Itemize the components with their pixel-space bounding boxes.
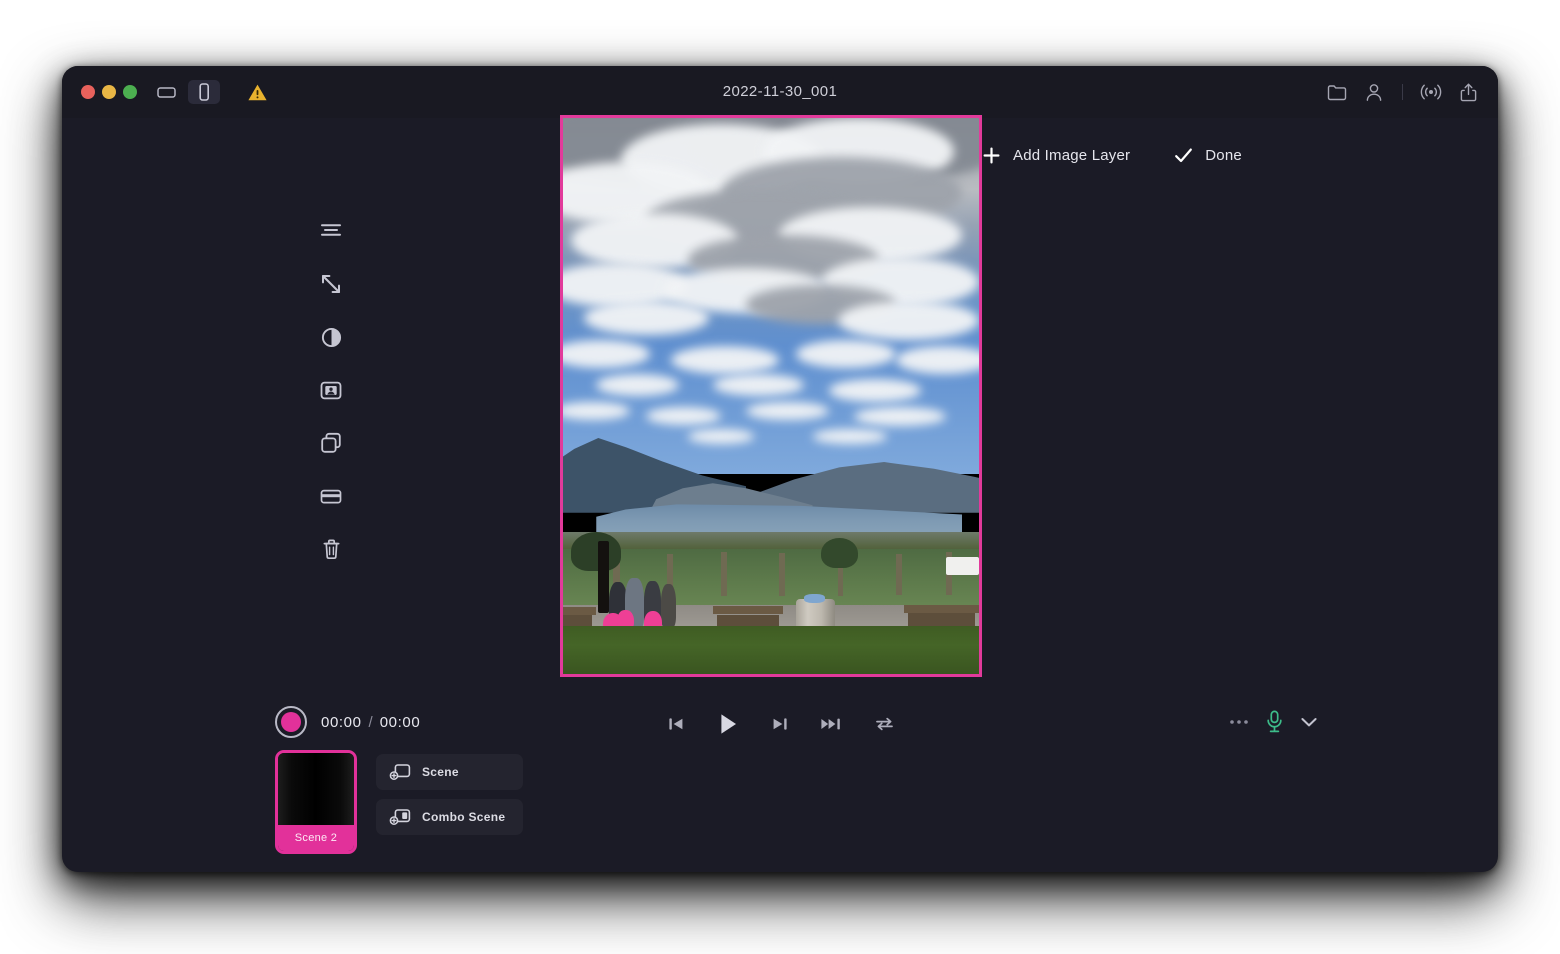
tree-cluster <box>571 532 622 572</box>
plus-icon <box>982 146 1001 165</box>
audio-controls <box>1229 710 1318 733</box>
toolbar-divider <box>1402 84 1403 100</box>
chevron-down-icon[interactable] <box>1300 716 1318 728</box>
app-window: 2022-11-30_001 Add Image Layer Done 00:0… <box>62 66 1498 872</box>
text-align-icon[interactable] <box>317 218 345 244</box>
current-time: 00:00 <box>321 713 362 731</box>
cloud-shape <box>812 429 888 444</box>
add-combo-scene-button[interactable]: Combo Scene <box>376 799 524 835</box>
person <box>660 583 676 629</box>
scene-thumbnail-label: Scene 2 <box>278 825 354 851</box>
image-preview-canvas[interactable] <box>560 115 982 677</box>
folder-icon[interactable] <box>1325 80 1349 104</box>
scene-strip: Scene 2 Scene Combo Scene <box>275 750 524 854</box>
more-horizontal-icon[interactable] <box>1229 719 1249 725</box>
total-time: 00:00 <box>379 713 421 731</box>
image-frame-icon[interactable] <box>317 377 345 403</box>
person-icon[interactable] <box>1362 80 1386 104</box>
preview-photo <box>563 118 979 674</box>
cloud-shape <box>795 340 896 369</box>
done-button[interactable]: Done <box>1174 147 1242 164</box>
loop-icon[interactable] <box>869 710 899 738</box>
checkmark-icon <box>1174 147 1193 164</box>
contrast-icon[interactable] <box>317 324 345 350</box>
record-group: 00:00 / 00:00 <box>275 706 420 738</box>
cloud-shape <box>671 345 780 374</box>
cloud-shape <box>596 373 680 396</box>
add-scene-label: Scene <box>422 765 459 779</box>
tool-rail <box>305 218 357 562</box>
vine-post <box>721 551 727 597</box>
cloud-shape <box>687 429 755 444</box>
vine-post <box>779 552 786 597</box>
umbrella-pole <box>598 540 610 613</box>
picnic-table <box>712 606 784 615</box>
done-label: Done <box>1205 147 1242 164</box>
cloud-shape <box>583 301 709 335</box>
skip-next-icon[interactable] <box>765 710 795 738</box>
add-image-layer-label: Add Image Layer <box>1013 147 1131 164</box>
farm-building <box>945 557 979 576</box>
add-combo-scene-label: Combo Scene <box>422 810 506 824</box>
add-combo-scene-icon <box>389 808 411 826</box>
trash-icon[interactable] <box>317 536 345 562</box>
picnic-table <box>904 605 979 614</box>
play-icon[interactable] <box>713 710 743 738</box>
record-button[interactable] <box>275 706 307 738</box>
canvas-actions: Add Image Layer Done <box>982 146 1242 165</box>
share-icon[interactable] <box>1456 80 1480 104</box>
time-separator: / <box>368 713 373 731</box>
picnic-table <box>563 607 597 616</box>
scene-thumbnail[interactable]: Scene 2 <box>275 750 357 854</box>
cloud-shape <box>829 379 921 402</box>
broadcast-icon[interactable] <box>1419 80 1443 104</box>
window-title: 2022-11-30_001 <box>722 83 838 100</box>
record-icon <box>281 712 301 732</box>
duplicate-layers-icon[interactable] <box>317 430 345 456</box>
scene-buttons: Scene Combo Scene <box>376 750 524 835</box>
microphone-icon[interactable] <box>1265 710 1284 733</box>
cloud-shape <box>854 407 946 426</box>
add-image-layer-button[interactable]: Add Image Layer <box>982 146 1130 165</box>
add-scene-button[interactable]: Scene <box>376 754 524 790</box>
screenshot-stage: 2022-11-30_001 Add Image Layer Done 00:0… <box>0 0 1560 954</box>
tree-cluster <box>820 537 859 569</box>
cloud-shape <box>712 373 805 396</box>
lawn <box>563 626 979 674</box>
cloud-shape <box>646 407 722 425</box>
resize-diagonal-icon[interactable] <box>317 271 345 297</box>
fast-forward-icon[interactable] <box>817 710 847 738</box>
add-scene-icon <box>389 763 411 781</box>
vine-post <box>895 553 902 596</box>
skip-previous-icon[interactable] <box>661 710 691 738</box>
cloud-shape <box>895 345 979 374</box>
scene-thumbnail-preview <box>278 753 354 831</box>
barrel-top-item <box>804 593 826 603</box>
title-bar: 2022-11-30_001 <box>62 66 1498 118</box>
transport-row: 00:00 / 00:00 <box>62 698 1498 750</box>
card-crop-icon[interactable] <box>317 483 345 509</box>
titlebar-right-actions <box>1325 80 1480 104</box>
